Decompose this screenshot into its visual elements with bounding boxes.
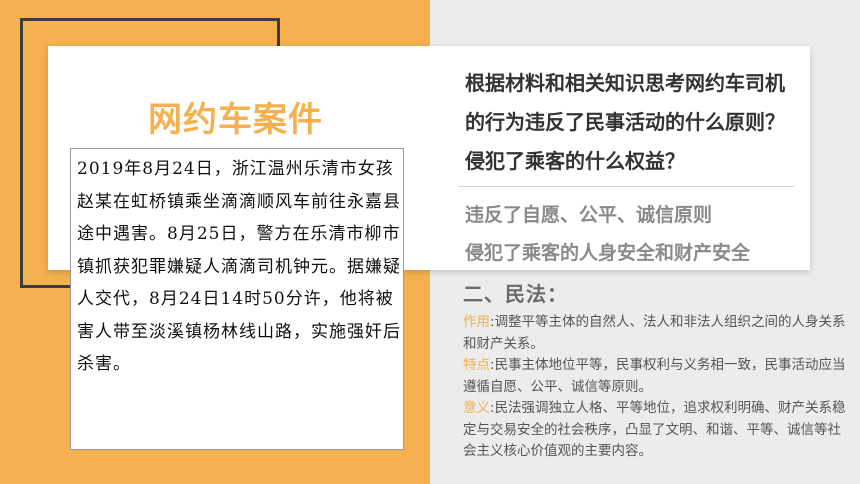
civil-law-heading: 二、民法： bbox=[463, 282, 568, 306]
case-textbox: 2019年8月24日，浙江温州乐清市女孩赵某在虹桥镇乘坐滴滴顺风车前往永嘉县途中… bbox=[70, 148, 404, 450]
answer-1: 违反了自愿、公平、诚信原则 bbox=[465, 204, 713, 226]
law-text: 民事主体地位平等，民事权利与义务相一致，民事活动应当遵循自愿、公平、诚信等原则。 bbox=[463, 357, 846, 395]
law-label: 作用 bbox=[463, 314, 490, 330]
law-item-meaning: 意义:民法强调独立人格、平等地位，追求权利明确、财产关系稳定与交易安全的社会秩序… bbox=[463, 400, 846, 459]
law-label: 意义 bbox=[463, 400, 490, 416]
question-text: 根据材料和相关知识思考网约车司机的行为违反了民事活动的什么原则？侵犯了乘客的什么… bbox=[465, 71, 785, 173]
civil-law-body: 作用:调整平等主体的自然人、法人和非法人组织之间的人身关系和财产关系。 特点:民… bbox=[463, 312, 853, 463]
answer-2: 侵犯了乘客的人身安全和财产安全 bbox=[465, 242, 751, 264]
divider bbox=[458, 186, 794, 187]
law-label: 特点 bbox=[463, 357, 490, 373]
case-text: 2019年8月24日，浙江温州乐清市女孩赵某在虹桥镇乘坐滴滴顺风车前往永嘉县途中… bbox=[77, 159, 401, 374]
law-item-feature: 特点:民事主体地位平等，民事权利与义务相一致，民事活动应当遵循自愿、公平、诚信等… bbox=[463, 357, 846, 395]
law-item-role: 作用:调整平等主体的自然人、法人和非法人组织之间的人身关系和财产关系。 bbox=[463, 314, 846, 352]
law-text: 民法强调独立人格、平等地位，追求权利明确、财产关系稳定与交易安全的社会秩序，凸显… bbox=[463, 400, 846, 459]
slide-title: 网约车案件 bbox=[148, 100, 323, 140]
law-text: 调整平等主体的自然人、法人和非法人组织之间的人身关系和财产关系。 bbox=[463, 314, 846, 352]
